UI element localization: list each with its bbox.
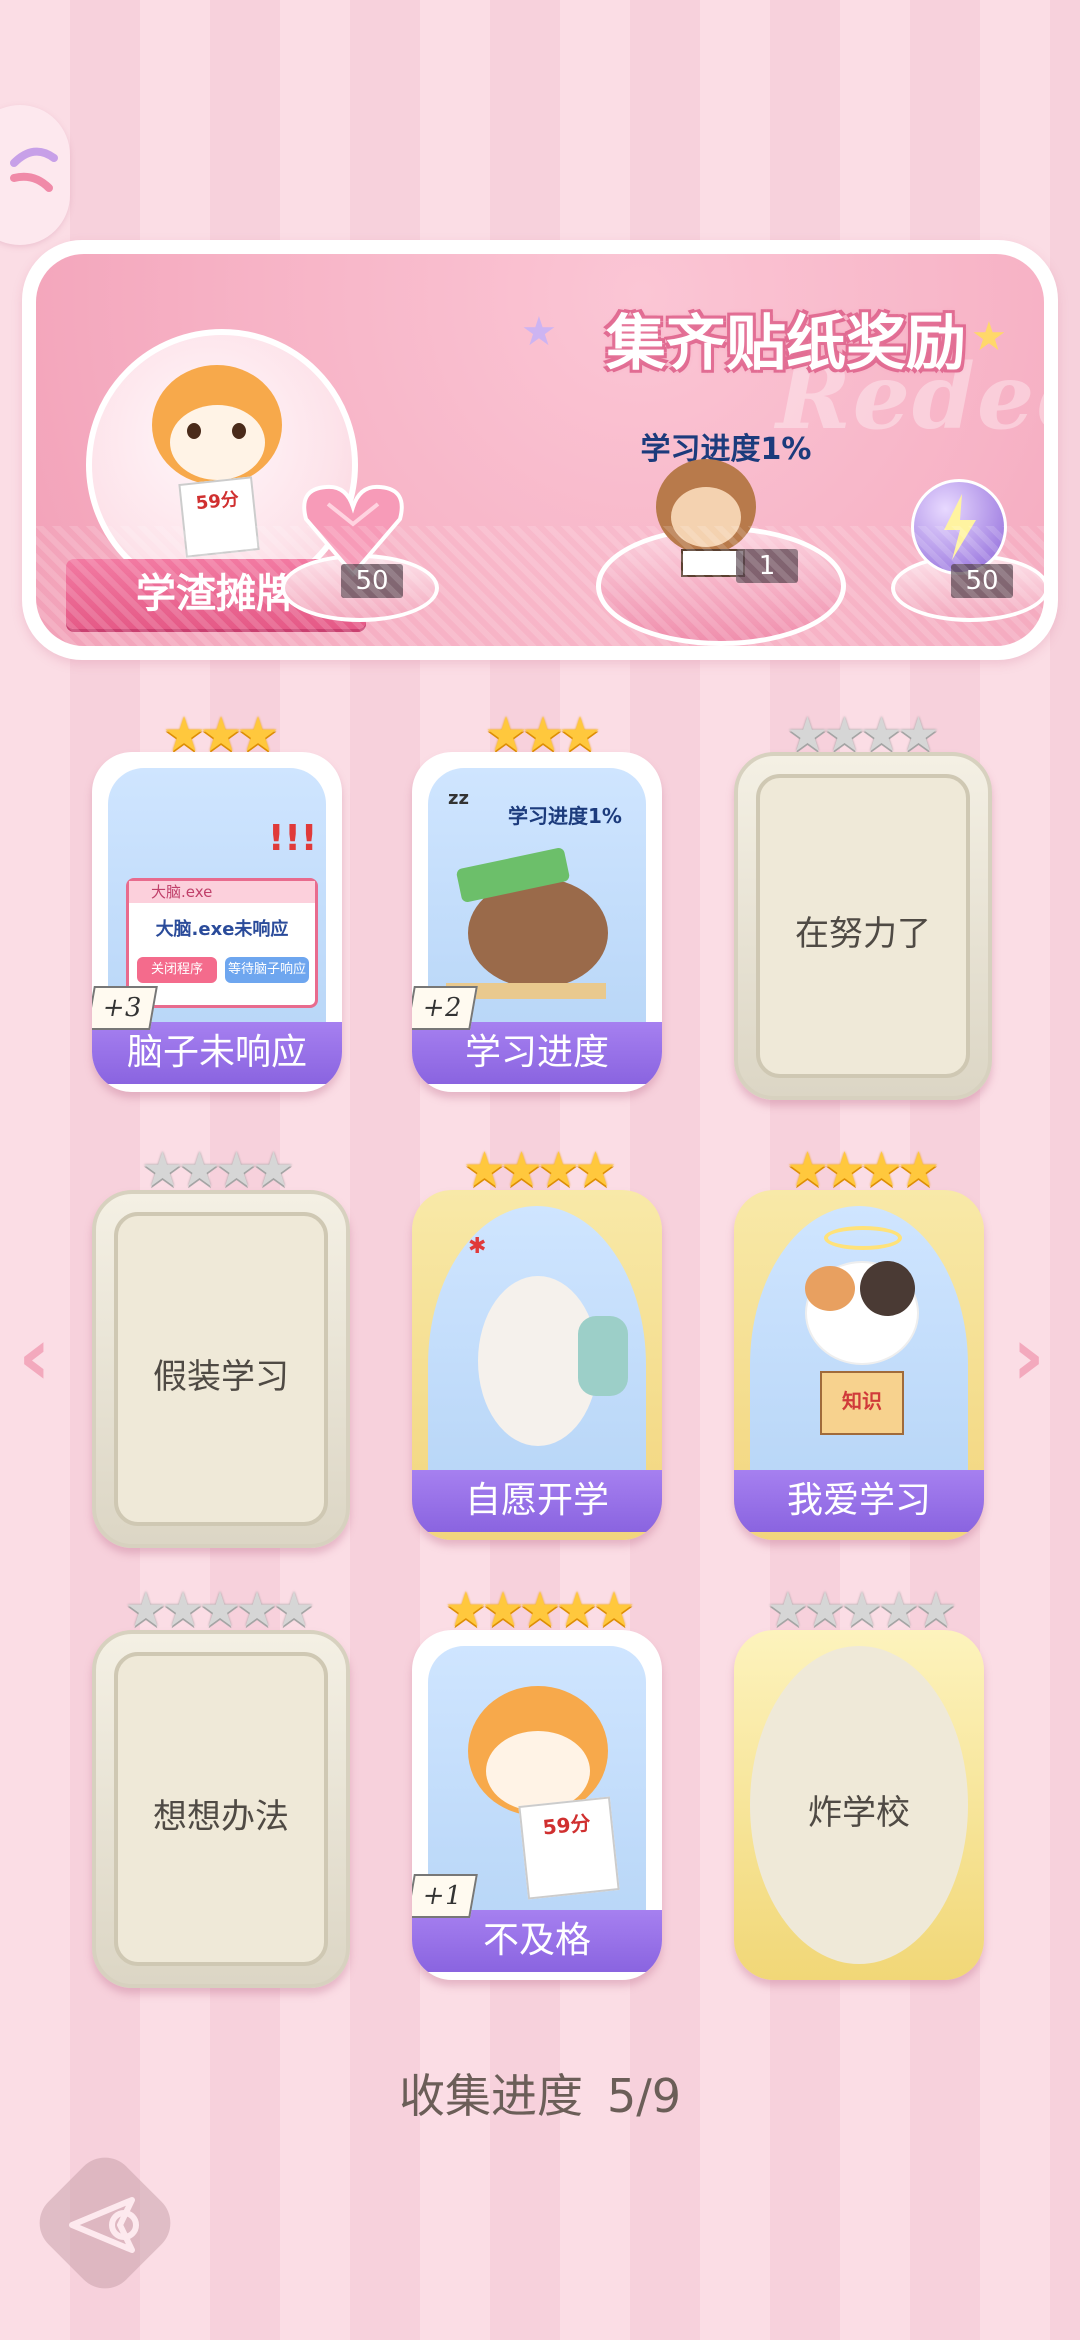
star-rating: ★★★★ <box>462 1142 617 1198</box>
prev-page-arrow[interactable]: ‹ <box>18 1310 51 1403</box>
sticker-card-locked[interactable]: 假装学习 <box>92 1190 350 1548</box>
monkey-studying-icon <box>646 459 766 579</box>
duplicate-count: +1 <box>412 1874 478 1918</box>
star-rating: ★★★★ <box>140 1142 295 1198</box>
star-rating: ★★★★★ <box>766 1582 957 1638</box>
card-name: 想想办法 <box>153 1797 289 1837</box>
card-name: 在努力了 <box>795 914 931 954</box>
reward-banner[interactable]: Redeem ★ ★ 集齐贴纸奖励 59分 学渣摊牌 50 学习进度1% 1 <box>22 240 1058 660</box>
test-paper: 59分 <box>518 1796 620 1900</box>
sticker-card-locked[interactable]: 在努力了 <box>734 752 992 1100</box>
lightning-orb-icon <box>911 479 1007 575</box>
reward-pedestal <box>596 526 846 646</box>
card-name: 炸学校 <box>808 1793 910 1833</box>
next-page-arrow[interactable]: › <box>1012 1310 1045 1403</box>
duplicate-count: +3 <box>92 986 158 1030</box>
exclamation-icon: !!! <box>268 818 318 859</box>
star-rating: ★★★★ <box>785 1142 940 1198</box>
halo-art <box>824 1226 902 1250</box>
card-name: 我爱学习 <box>734 1470 984 1532</box>
duplicate-count: +2 <box>412 986 478 1030</box>
banner-title: 集齐贴纸奖励 <box>606 309 966 379</box>
sticker-card-locked[interactable]: 想想办法 <box>92 1630 350 1988</box>
progress-label: 收集进度 <box>398 2069 583 2123</box>
character-label-ribbon: 学渣摊牌 <box>66 559 366 629</box>
reward-pedestal <box>891 554 1044 622</box>
tiger-avatar: 59分 <box>86 329 358 601</box>
sticker-card[interactable]: 知识 我爱学习 <box>734 1190 984 1540</box>
reward-count: 50 <box>951 564 1013 598</box>
backpack-art <box>578 1316 628 1396</box>
star-decoration-icon: ★ <box>521 309 557 355</box>
card-name: 不及格 <box>412 1910 662 1972</box>
card-name: 假装学习 <box>153 1357 289 1397</box>
pink-heart-gem-icon <box>302 484 404 578</box>
sticker-card[interactable]: 学习进度1% zz 学习进度 +2 <box>412 752 662 1092</box>
test-paper: 59分 <box>178 476 260 558</box>
reward-count: 1 <box>736 549 798 583</box>
card-name: 脑子未响应 <box>92 1022 342 1084</box>
collection-progress: 收集进度 5/9 <box>0 2060 1080 2126</box>
sticker-card-locked[interactable]: 炸学校 <box>734 1630 984 1980</box>
sticker-card[interactable]: 大脑.exe 大脑.exe未响应 关闭程序 等待脑子响应 !!! 脑子未响应 +… <box>92 752 342 1092</box>
card-name: 自愿开学 <box>412 1470 662 1532</box>
eye <box>187 423 201 439</box>
knowledge-book-art: 知识 <box>820 1371 904 1435</box>
sticker-card[interactable]: 59分 不及格 +1 <box>412 1630 662 1980</box>
star-rating: ★★★★★ <box>124 1582 315 1638</box>
flower-icon <box>10 147 58 192</box>
sticker-card[interactable]: ✱ 自愿开学 <box>412 1190 662 1540</box>
reward-count: 50 <box>341 564 403 598</box>
progress-value: 5/9 <box>606 2069 682 2123</box>
banner-background: Redeem ★ ★ 集齐贴纸奖励 59分 学渣摊牌 50 学习进度1% 1 <box>36 254 1044 646</box>
eye <box>232 423 246 439</box>
reward-pedestal <box>281 554 439 622</box>
card-name: 学习进度 <box>412 1022 662 1084</box>
star-rating: ★★★★★ <box>444 1582 635 1638</box>
back-arrow-icon <box>69 2197 139 2253</box>
side-menu-button[interactable] <box>0 105 70 245</box>
